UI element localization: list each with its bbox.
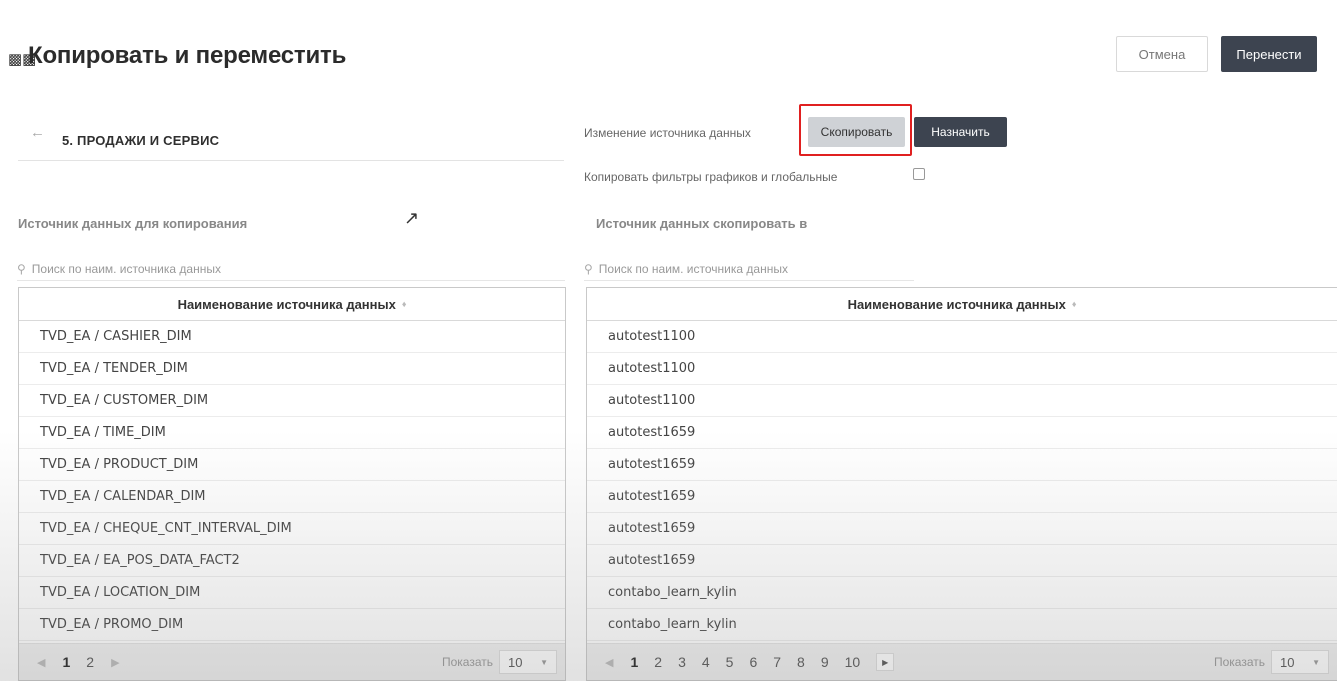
table-row[interactable]: autotest1659 (587, 481, 1337, 513)
target-search-placeholder: Поиск по наим. источника данных (598, 262, 788, 276)
sort-icon[interactable]: ♦ (402, 299, 407, 309)
table-row[interactable]: autotest1100 (587, 353, 1337, 385)
target-table-header[interactable]: Наименование источника данных ♦ (587, 288, 1337, 321)
page-size-value: 10 (1280, 654, 1295, 670)
target-search-input[interactable]: ⚲ Поиск по наим. источника данных (584, 258, 914, 281)
source-table-body: TVD_EA / CASHIER_DIM TVD_EA / TENDER_DIM T… (19, 321, 565, 641)
chevron-down-icon: ▼ (1312, 657, 1320, 667)
divider (18, 160, 564, 161)
page-size-value: 10 (508, 654, 523, 670)
page-number[interactable]: 1 (62, 654, 70, 670)
page-number[interactable]: 6 (749, 654, 757, 670)
copy-button-highlight (799, 104, 912, 156)
back-arrow-icon[interactable]: ← (30, 124, 45, 141)
table-row[interactable]: autotest1659 (587, 417, 1337, 449)
show-label: Показать (441, 655, 493, 669)
table-row[interactable]: autotest1100 (587, 321, 1337, 353)
chevron-down-icon: ▼ (540, 657, 548, 667)
sort-icon[interactable]: ♦ (1072, 299, 1077, 309)
table-row[interactable]: autotest1659 (587, 513, 1337, 545)
page-number[interactable]: 2 (654, 654, 662, 670)
source-table: Наименование источника данных ♦ TVD_EA /… (18, 287, 566, 681)
page-number[interactable]: 3 (678, 654, 686, 670)
source-section-label: Источник данных для копирования (18, 216, 248, 231)
table-row[interactable]: TVD_EA / CHEQUE_CNT_INTERVAL_DIM (19, 513, 565, 545)
target-page-numbers: 1 2 3 4 5 6 7 8 9 10 (622, 654, 868, 670)
table-row[interactable]: autotest1659 (587, 545, 1337, 577)
next-page-icon[interactable]: ▶ (876, 653, 895, 671)
page-number[interactable]: 7 (773, 654, 781, 670)
table-row[interactable]: TVD_EA / EA_POS_DATA_FACT2 (19, 545, 565, 577)
table-row[interactable]: contabo_learn_kylin (587, 577, 1337, 609)
column-header-label: Наименование источника данных (177, 296, 396, 312)
page-number[interactable]: 9 (821, 654, 829, 670)
source-search-placeholder: Поиск по наим. источника данных (31, 262, 221, 276)
target-section-label: Источник данных скопировать в (596, 216, 808, 231)
table-row[interactable]: TVD_EA / PRODUCT_DIM (19, 449, 565, 481)
table-row[interactable]: autotest1100 (587, 385, 1337, 417)
assign-button[interactable]: Назначить (914, 117, 1007, 147)
page-number[interactable]: 5 (726, 654, 734, 670)
page-number[interactable]: 1 (630, 654, 638, 670)
table-row[interactable]: contabo_learn_kylin (587, 609, 1337, 641)
copy-filters-label: Копировать фильтры графиков и глобальные (584, 170, 838, 184)
dialog-header: ▩▩ Копировать и переместить Отмена Перен… (0, 30, 1337, 90)
target-pagination: ◀ 1 2 3 4 5 6 7 8 9 10 ▶ Показать 10 ▼ (587, 643, 1337, 680)
column-header-label: Наименование источника данных (847, 296, 1066, 312)
page-number[interactable]: 4 (702, 654, 710, 670)
prev-page-icon[interactable]: ◀ (605, 656, 613, 669)
cancel-button[interactable]: Отмена (1116, 36, 1208, 72)
page-number[interactable]: 10 (845, 654, 861, 670)
table-row[interactable]: TVD_EA / CASHIER_DIM (19, 321, 565, 353)
source-page-numbers: 12 (54, 654, 102, 670)
table-row[interactable]: TVD_EA / PROMO_DIM (19, 609, 565, 641)
page-size-select[interactable]: 10 ▼ (499, 650, 557, 674)
table-row[interactable]: TVD_EA / CALENDAR_DIM (19, 481, 565, 513)
prev-page-icon[interactable]: ◀ (37, 656, 45, 669)
table-row[interactable]: TVD_EA / CUSTOMER_DIM (19, 385, 565, 417)
change-source-label: Изменение источника данных (584, 126, 751, 140)
source-search-input[interactable]: ⚲ Поиск по наим. источника данных (17, 258, 565, 281)
table-row[interactable]: TVD_EA / TENDER_DIM (19, 353, 565, 385)
target-table: Наименование источника данных ♦ autotest… (586, 287, 1337, 681)
target-table-body: autotest1100 autotest1100 autotest1100 auto… (587, 321, 1337, 641)
top-bar (0, 0, 1337, 4)
table-row[interactable]: TVD_EA / TIME_DIM (19, 417, 565, 449)
search-icon: ⚲ (584, 262, 593, 276)
table-row[interactable]: TVD_EA / LOCATION_DIM (19, 577, 565, 609)
table-row[interactable]: autotest1659 (587, 449, 1337, 481)
page-size-control: Показать 10 ▼ (442, 650, 565, 674)
page-number[interactable]: 2 (86, 654, 94, 670)
page-size-control: Показать 10 ▼ (1214, 650, 1337, 674)
page-title: Копировать и переместить (28, 42, 347, 69)
folder-breadcrumb[interactable]: 5. ПРОДАЖИ И СЕРВИС (62, 133, 219, 148)
source-table-header[interactable]: Наименование источника данных ♦ (19, 288, 565, 321)
next-page-icon[interactable]: ▶ (111, 656, 119, 669)
copy-filters-checkbox[interactable] (913, 168, 925, 180)
move-button[interactable]: Перенести (1221, 36, 1317, 72)
search-icon: ⚲ (17, 262, 26, 276)
mouse-cursor-icon: ↗ (404, 208, 420, 228)
page-size-select[interactable]: 10 ▼ (1271, 650, 1329, 674)
show-label: Показать (1213, 655, 1265, 669)
page-number[interactable]: 8 (797, 654, 805, 670)
source-pagination: ◀ 12 ▶ Показать 10 ▼ (19, 643, 565, 680)
